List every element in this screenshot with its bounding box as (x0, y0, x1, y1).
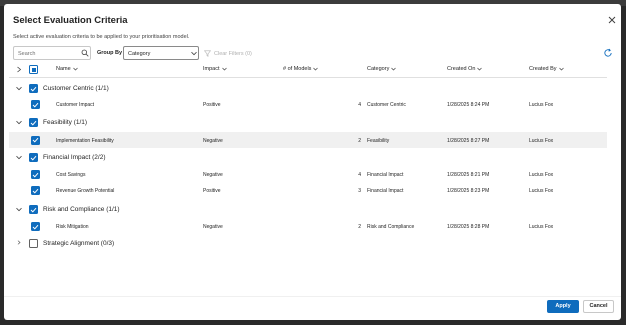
group-checkbox[interactable] (29, 153, 38, 162)
column-header-created-on-label: Created On (447, 66, 476, 72)
cell-impact: Negative (203, 137, 223, 144)
chevron-down-icon (391, 67, 397, 71)
cell-category: Customer Centric (367, 102, 406, 108)
group-checkbox[interactable] (29, 84, 38, 93)
row-checkbox[interactable] (31, 135, 40, 145)
group-label: Feasibility (1/1) (43, 118, 88, 126)
chevron-down-icon (313, 67, 319, 71)
chevron-down-icon (191, 51, 197, 56)
chevron-down-icon[interactable] (16, 155, 22, 160)
column-header-impact[interactable]: Impact (203, 66, 227, 72)
group-row-feasibility[interactable]: Feasibility (1/1) (9, 115, 607, 130)
table-row[interactable]: Customer Impact Positive 4 Customer Cent… (9, 97, 607, 112)
clear-filters-button[interactable]: Clear Filters (0) (204, 50, 252, 57)
cell-impact: Negative (203, 172, 223, 178)
chevron-right-icon[interactable] (16, 240, 22, 245)
cell-created-on: 1/28/2025 8:24 PM (447, 102, 490, 108)
apply-button[interactable]: Apply (547, 300, 579, 313)
cell-name: Risk Mitigation (56, 224, 89, 230)
row-checkbox[interactable] (31, 222, 40, 231)
column-header-models[interactable]: # of Models (283, 66, 319, 72)
group-row-strategic-alignment[interactable]: Strategic Alignment (0/3) (9, 236, 607, 251)
column-header-category[interactable]: Category (367, 66, 397, 72)
cell-models: 4 (358, 102, 361, 108)
group-by-dropdown[interactable]: Category (123, 46, 199, 60)
group-by-label: Group By (97, 50, 123, 56)
cell-created-by: Lucius Fox (529, 172, 554, 178)
chevron-down-icon (72, 67, 78, 71)
cell-name: Implementation Feasibility (56, 137, 114, 144)
cell-impact: Negative (203, 224, 223, 230)
group-row-customer-centric[interactable]: Customer Centric (1/1) (9, 81, 607, 96)
group-by-value: Category (128, 50, 151, 57)
cell-created-on: 1/28/2025 8:28 PM (447, 224, 490, 230)
chevron-down-icon (221, 67, 227, 71)
chevron-down-icon[interactable] (16, 86, 22, 91)
chevron-down-icon[interactable] (16, 120, 22, 125)
cell-impact: Positive (203, 102, 221, 108)
column-header-models-label: # of Models (283, 66, 312, 72)
chevron-down-icon (558, 67, 564, 71)
group-label: Customer Centric (1/1) (43, 84, 109, 92)
column-header-impact-label: Impact (203, 66, 220, 72)
group-label: Financial Impact (2/2) (43, 153, 106, 161)
header-divider (9, 77, 607, 78)
cell-created-by: Lucius Fox (529, 188, 554, 194)
column-header-created-by-label: Created By (529, 66, 557, 72)
column-header-name[interactable]: Name (56, 66, 78, 72)
cell-name: Revenue Growth Potential (56, 188, 115, 194)
row-checkbox[interactable] (31, 186, 40, 195)
cell-category: Feasibility (367, 137, 390, 144)
close-icon[interactable] (606, 14, 618, 26)
cell-category: Risk and Compliance (367, 224, 415, 230)
column-header-created-on[interactable]: Created On (447, 66, 483, 72)
cell-created-on: 1/28/2025 8:23 PM (447, 188, 490, 194)
cell-models: 2 (358, 137, 361, 144)
table-row[interactable]: Cost Savings Negative 4 Financial Impact… (9, 167, 607, 182)
cancel-button[interactable]: Cancel (583, 300, 614, 313)
row-checkbox[interactable] (31, 170, 40, 179)
cell-impact: Positive (203, 188, 221, 194)
chevron-down-icon[interactable] (16, 207, 22, 212)
cell-created-by: Lucius Fox (529, 102, 554, 108)
cell-created-by: Lucius Fox (529, 224, 554, 230)
group-row-risk-and-compliance[interactable]: Risk and Compliance (1/1) (9, 202, 607, 217)
select-all-checkbox[interactable] (29, 65, 38, 74)
cell-name: Cost Savings (56, 172, 86, 178)
dialog-title: Select Evaluation Criteria (13, 15, 128, 26)
clear-filters-label: Clear Filters (0) (214, 50, 252, 57)
cell-name: Customer Impact (56, 102, 95, 108)
footer-divider (4, 296, 621, 297)
refresh-icon[interactable] (603, 48, 613, 58)
table-row[interactable]: Revenue Growth Potential Positive 3 Fina… (9, 183, 607, 198)
cell-models: 2 (358, 224, 361, 230)
filter-icon (204, 50, 211, 57)
cell-category: Financial Impact (367, 188, 404, 194)
group-label: Strategic Alignment (0/3) (43, 239, 115, 247)
cell-models: 3 (358, 188, 361, 194)
search-icon (81, 49, 89, 57)
row-checkbox[interactable] (31, 100, 40, 109)
group-checkbox[interactable] (29, 205, 38, 214)
chevron-down-icon (477, 67, 483, 71)
group-checkbox[interactable] (29, 239, 38, 248)
table-row[interactable]: Implementation Feasibility Negative 2 Fe… (9, 132, 607, 148)
cell-created-on: 1/28/2025 8:21 PM (447, 172, 490, 178)
cell-created-on: 1/28/2025 8:27 PM (447, 137, 490, 144)
column-header-created-by[interactable]: Created By (529, 66, 564, 72)
expand-all-icon[interactable] (16, 66, 22, 73)
group-row-financial-impact[interactable]: Financial Impact (2/2) (9, 150, 607, 165)
cell-category: Financial Impact (367, 172, 404, 178)
cell-models: 4 (358, 172, 361, 178)
cell-created-by: Lucius Fox (529, 137, 554, 144)
search-input[interactable]: Search (13, 46, 91, 60)
column-header-category-label: Category (367, 66, 390, 72)
table-row[interactable]: Risk Mitigation Negative 2 Risk and Comp… (9, 219, 607, 234)
column-header-name-label: Name (56, 66, 71, 72)
group-label: Risk and Compliance (1/1) (43, 205, 120, 213)
group-checkbox[interactable] (29, 118, 38, 127)
search-placeholder: Search (18, 50, 36, 57)
dialog-subtitle: Select active evaluation criteria to be … (13, 34, 190, 40)
